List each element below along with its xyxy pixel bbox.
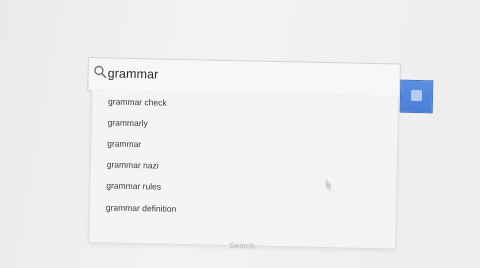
suggestion-item[interactable]: grammar check — [108, 96, 167, 107]
search-submit-button[interactable] — [399, 79, 434, 114]
suggestion-item[interactable]: grammarly — [108, 117, 148, 128]
search-widget: grammar grammar check grammarly grammar … — [84, 57, 401, 256]
search-button-icon — [410, 89, 423, 102]
search-footer-button[interactable]: Search — [89, 238, 395, 253]
suggestion-item[interactable]: grammar rules — [106, 180, 161, 191]
suggestion-dropdown: grammar check grammarly grammar grammar … — [88, 90, 400, 251]
search-icon — [94, 65, 107, 79]
suggestion-item[interactable]: grammar — [107, 138, 141, 149]
suggestion-item[interactable]: grammar definition — [106, 202, 177, 213]
search-query-text: grammar — [107, 66, 159, 82]
mouse-cursor-icon — [326, 178, 332, 191]
screen: grammar grammar check grammarly grammar … — [0, 0, 480, 268]
suggestion-item[interactable]: grammar nazi — [107, 159, 159, 170]
